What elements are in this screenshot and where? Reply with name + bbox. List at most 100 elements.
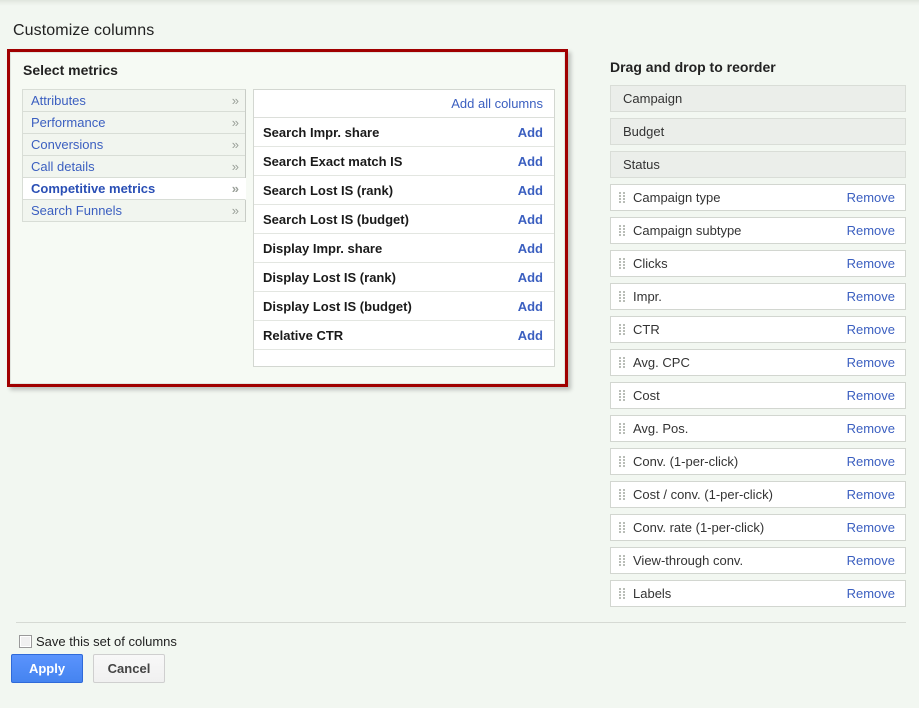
remove-column-link[interactable]: Remove [847, 454, 895, 469]
chevron-right-icon: » [231, 137, 239, 152]
reorder-row[interactable]: Campaign type Remove [610, 184, 906, 211]
remove-column-link[interactable]: Remove [847, 520, 895, 535]
reorder-heading: Drag and drop to reorder [610, 59, 776, 75]
metric-name: Search Lost IS (rank) [263, 182, 394, 198]
reorder-row: Budget [610, 118, 906, 145]
metric-row: Search Impr. share Add [254, 118, 554, 147]
drag-handle-icon[interactable] [618, 356, 625, 369]
metric-category-list: Attributes» Performance» Conversions» Call … [22, 89, 246, 222]
metric-row: Search Exact match IS Add [254, 147, 554, 176]
reorder-row-label: Conv. rate (1-per-click) [633, 520, 765, 535]
add-metric-link[interactable]: Add [518, 270, 543, 285]
remove-column-link[interactable]: Remove [847, 487, 895, 502]
category-item-call-details[interactable]: Call details » [23, 156, 245, 178]
category-item-label: Competitive metrics [31, 180, 156, 196]
metric-name: Search Exact match IS [263, 153, 403, 169]
drag-handle-icon[interactable] [618, 323, 625, 336]
category-item-performance[interactable]: Performance » [23, 112, 245, 134]
cancel-button[interactable]: Cancel [93, 654, 165, 683]
reorder-row-label: Budget [623, 124, 665, 139]
reorder-row[interactable]: View-through conv. Remove [610, 547, 906, 574]
add-metric-link[interactable]: Add [518, 241, 543, 256]
reorder-row[interactable]: Impr. Remove [610, 283, 906, 310]
drag-handle-icon[interactable] [618, 587, 625, 600]
select-metrics-panel: Select metrics Attributes» Performance» Co… [7, 49, 568, 387]
category-item-search-funnels[interactable]: Search Funnels » [23, 200, 245, 222]
add-metric-link[interactable]: Add [518, 299, 543, 314]
reorder-row[interactable]: Avg. CPC Remove [610, 349, 906, 376]
drag-handle-icon[interactable] [618, 257, 625, 270]
metrics-rows: Search Impr. share Add Search Exact match … [254, 118, 554, 350]
remove-column-link[interactable]: Remove [847, 421, 895, 436]
chevron-right-icon: » [231, 159, 239, 174]
remove-column-link[interactable]: Remove [847, 289, 895, 304]
metric-name: Search Lost IS (budget) [263, 211, 409, 227]
reorder-row[interactable]: Labels Remove [610, 580, 906, 607]
add-metric-link[interactable]: Add [518, 212, 543, 227]
add-metric-link[interactable]: Add [518, 154, 543, 169]
metric-name: Search Impr. share [263, 124, 380, 140]
category-item-label: Call details [31, 158, 95, 174]
metric-row: Display Lost IS (rank) Add [254, 263, 554, 292]
chevron-right-icon: » [231, 181, 239, 196]
drag-handle-icon[interactable] [618, 455, 625, 468]
metric-name: Display Impr. share [263, 240, 383, 256]
chevron-right-icon: » [231, 93, 239, 108]
reorder-row-label: Conv. (1-per-click) [633, 454, 739, 469]
add-all-columns-link[interactable]: Add all columns [451, 96, 543, 111]
reorder-row-label: Cost / conv. (1-per-click) [633, 487, 773, 502]
drag-handle-icon[interactable] [618, 389, 625, 402]
remove-column-link[interactable]: Remove [847, 322, 895, 337]
category-item-label: Attributes [31, 92, 86, 108]
reorder-row-label: Clicks [633, 256, 668, 271]
drag-handle-icon[interactable] [618, 554, 625, 567]
reorder-row-label: Campaign subtype [633, 223, 742, 238]
add-metric-link[interactable]: Add [518, 183, 543, 198]
save-columns-checkbox[interactable] [19, 635, 32, 648]
drag-handle-icon[interactable] [618, 191, 625, 204]
metrics-box-header: Add all columns [254, 90, 554, 118]
reorder-row[interactable]: Cost / conv. (1-per-click) Remove [610, 481, 906, 508]
reorder-row: Campaign [610, 85, 906, 112]
reorder-row[interactable]: Campaign subtype Remove [610, 217, 906, 244]
chevron-right-icon: » [231, 203, 239, 218]
drag-handle-icon[interactable] [618, 521, 625, 534]
remove-column-link[interactable]: Remove [847, 388, 895, 403]
reorder-row[interactable]: Cost Remove [610, 382, 906, 409]
drag-handle-icon[interactable] [618, 290, 625, 303]
reorder-row-label: Avg. Pos. [633, 421, 689, 436]
footer-button-row: Apply Cancel [11, 654, 165, 683]
reorder-row-label: Impr. [633, 289, 662, 304]
metric-name: Display Lost IS (rank) [263, 269, 396, 285]
metric-row: Display Lost IS (budget) Add [254, 292, 554, 321]
page-title: Customize columns [13, 22, 155, 39]
remove-column-link[interactable]: Remove [847, 256, 895, 271]
category-item-competitive-metrics[interactable]: Competitive metrics » [23, 178, 246, 200]
category-item-conversions[interactable]: Conversions » [23, 134, 245, 156]
add-metric-link[interactable]: Add [518, 328, 543, 343]
reorder-row[interactable]: Avg. Pos. Remove [610, 415, 906, 442]
metric-row: Search Lost IS (budget) Add [254, 205, 554, 234]
category-item-label: Performance [31, 114, 106, 130]
metrics-box: Add all columns Search Impr. share Add Sea… [253, 89, 555, 367]
reorder-row-label: CTR [633, 322, 660, 337]
remove-column-link[interactable]: Remove [847, 190, 895, 205]
drag-handle-icon[interactable] [618, 488, 625, 501]
reorder-row[interactable]: Conv. (1-per-click) Remove [610, 448, 906, 475]
add-metric-link[interactable]: Add [518, 125, 543, 140]
category-item-attributes[interactable]: Attributes » [23, 90, 245, 112]
drag-handle-icon[interactable] [618, 422, 625, 435]
metric-row: Relative CTR Add [254, 321, 554, 350]
remove-column-link[interactable]: Remove [847, 553, 895, 568]
remove-column-link[interactable]: Remove [847, 355, 895, 370]
metric-row: Search Lost IS (rank) Add [254, 176, 554, 205]
remove-column-link[interactable]: Remove [847, 223, 895, 238]
drag-handle-icon[interactable] [618, 224, 625, 237]
remove-column-link[interactable]: Remove [847, 586, 895, 601]
reorder-row-label: Campaign type [633, 190, 721, 205]
reorder-row[interactable]: CTR Remove [610, 316, 906, 343]
apply-button[interactable]: Apply [11, 654, 83, 683]
reorder-row[interactable]: Conv. rate (1-per-click) Remove [610, 514, 906, 541]
metric-name: Relative CTR [263, 327, 344, 343]
reorder-row[interactable]: Clicks Remove [610, 250, 906, 277]
